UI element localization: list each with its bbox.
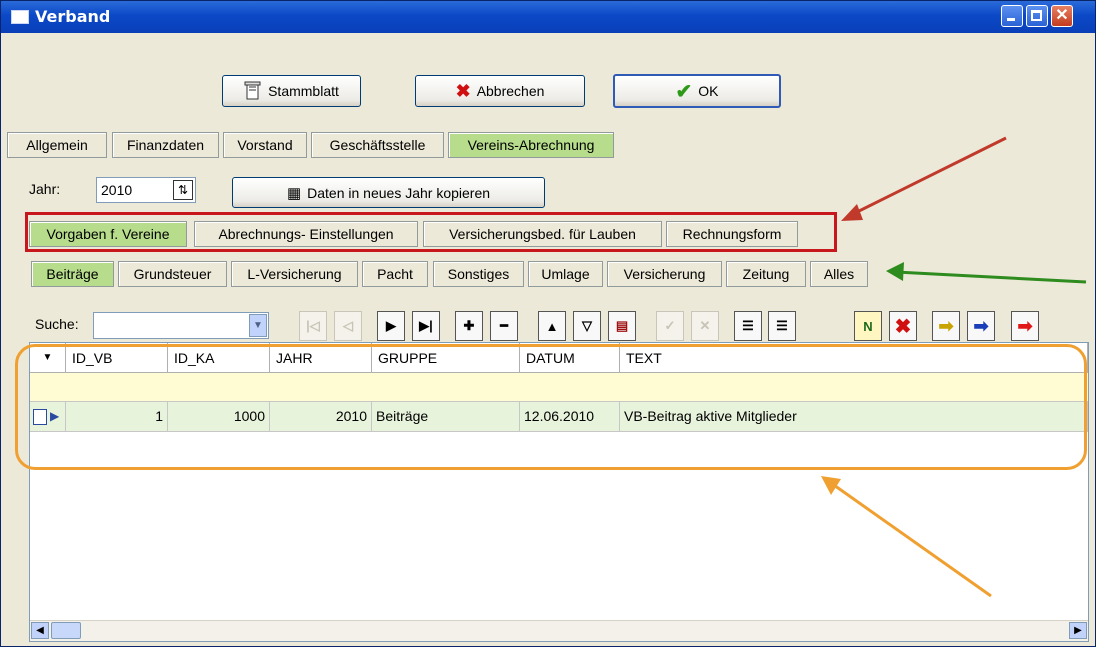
annotation-arrow-red xyxy=(848,136,1007,218)
annotation-arrowhead-green xyxy=(886,262,904,281)
annotation-arrow-green xyxy=(895,270,1087,284)
annotation-arrows xyxy=(821,136,1087,598)
annotation-arrow-orange xyxy=(830,481,992,598)
annotation-arrowhead-orange xyxy=(821,476,841,495)
annotation-arrowhead-red xyxy=(841,204,863,221)
verband-window: Verband ✕ Stammblatt ✖ Abbrechen ✔ OK Al… xyxy=(0,0,1096,647)
